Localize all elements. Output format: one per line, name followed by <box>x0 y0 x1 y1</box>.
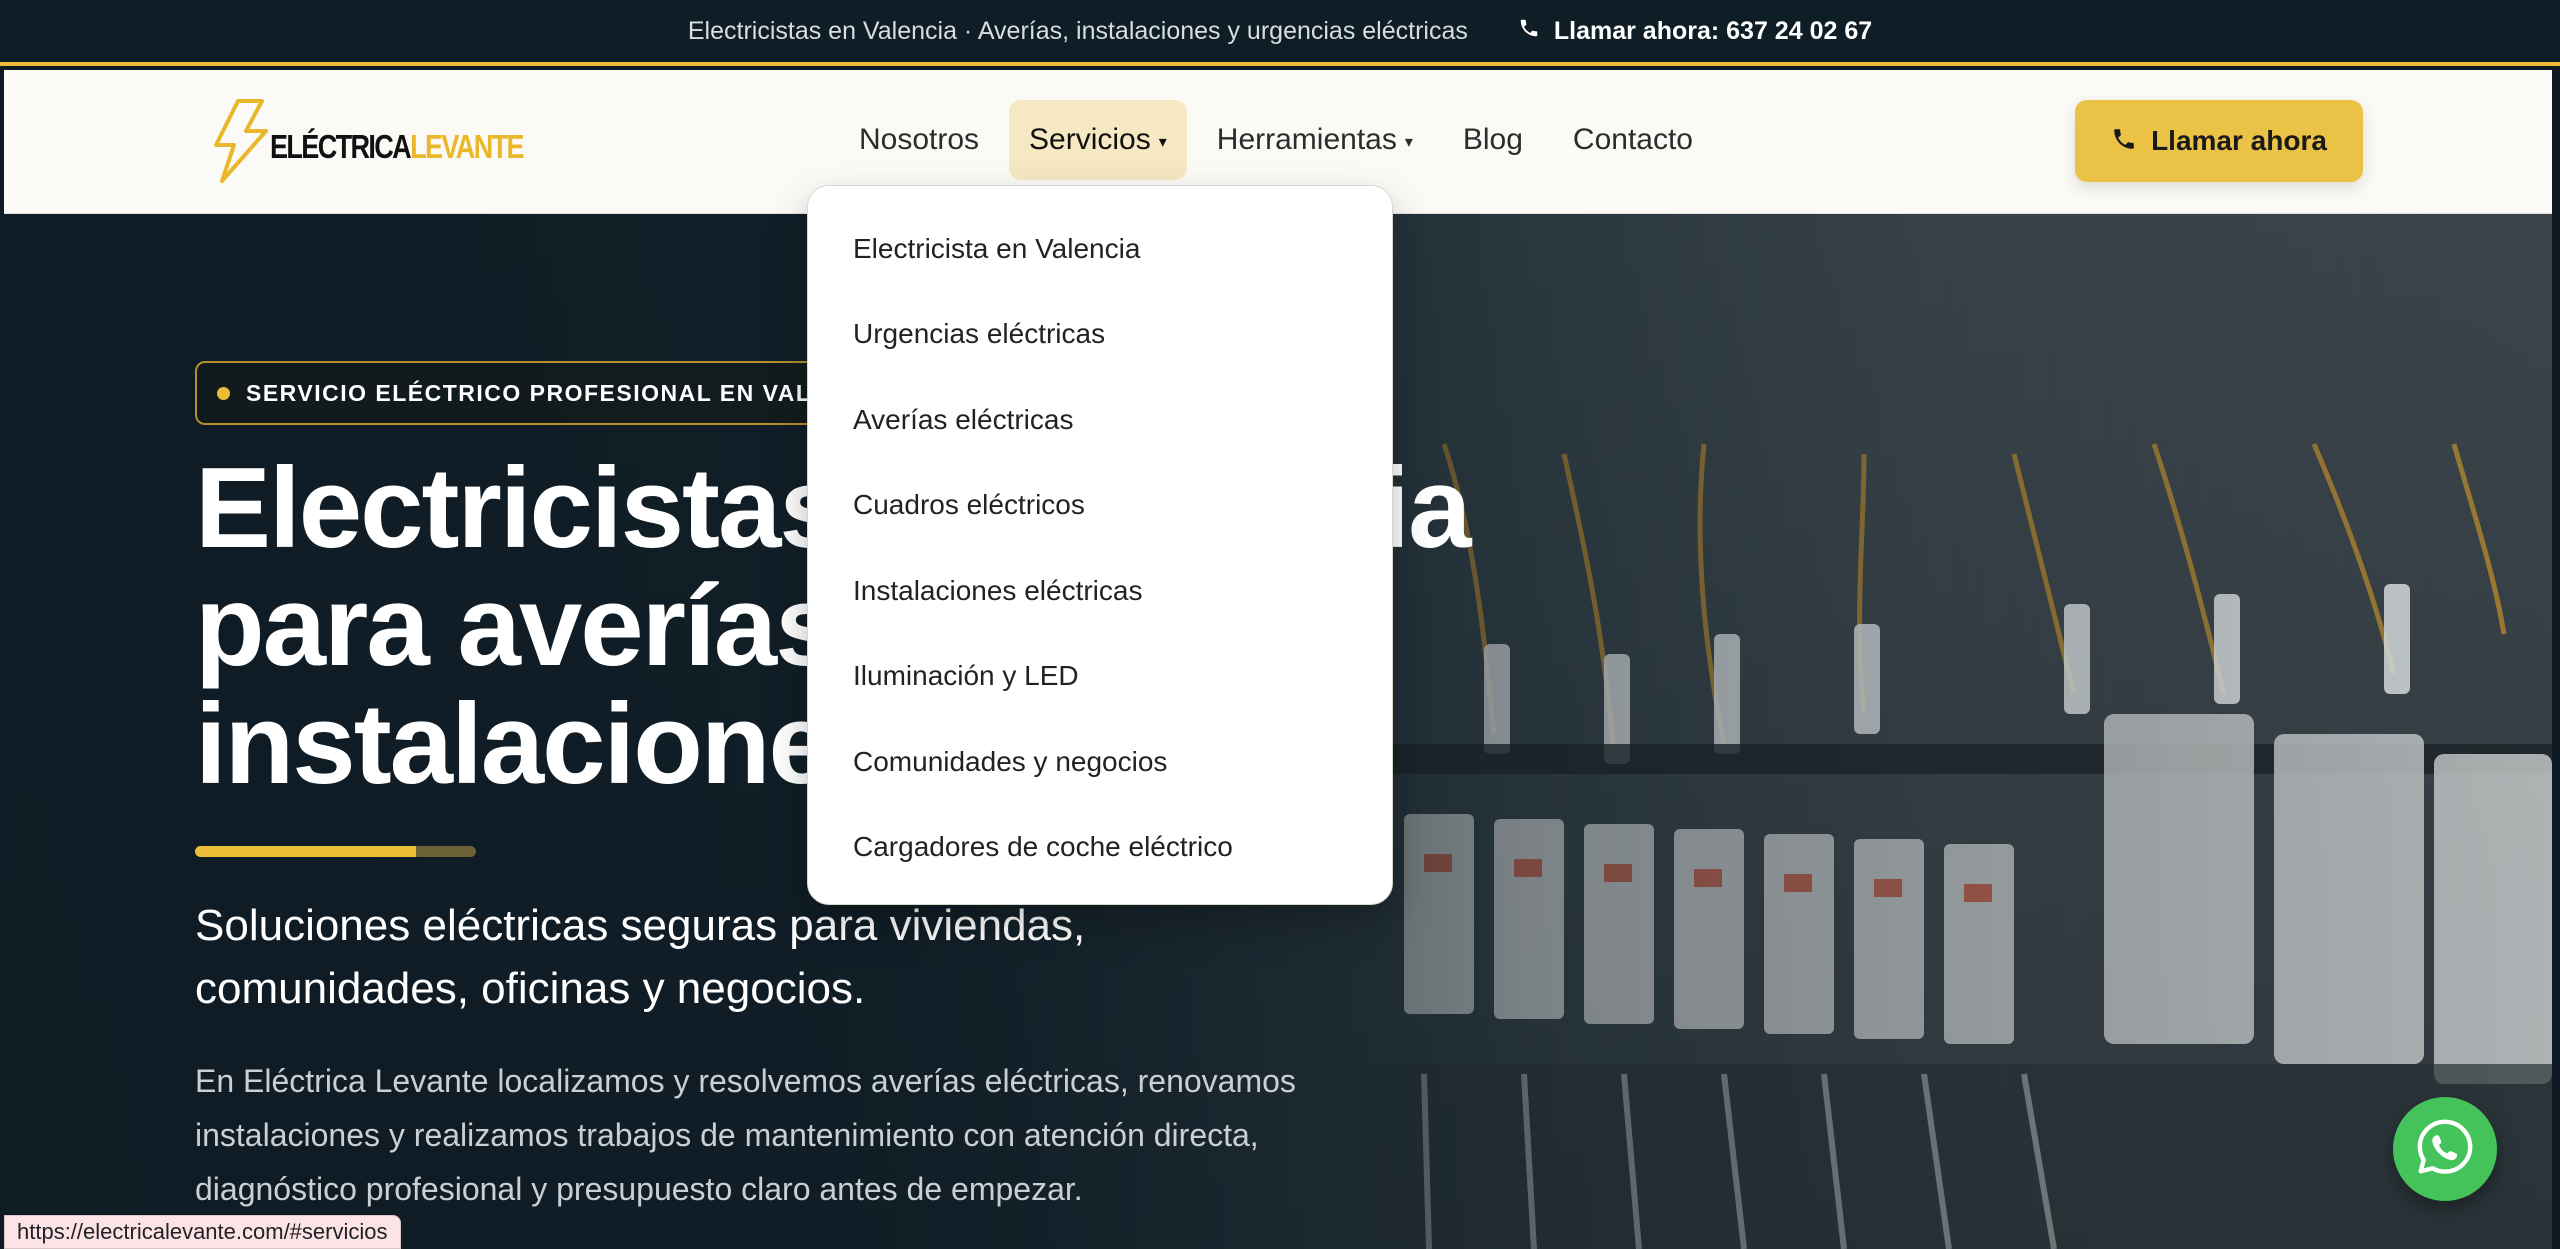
accent-bar <box>195 846 416 857</box>
menu-item-electricista-valencia[interactable]: Electricista en Valencia <box>808 206 1392 292</box>
topbar-call-link[interactable]: Llamar ahora: 637 24 02 67 <box>1518 17 1872 46</box>
accent-bar-tail <box>416 846 476 857</box>
lightning-bolt-icon <box>208 99 274 187</box>
topbar-tagline: Electricistas en Valencia · Averías, ins… <box>687 16 1468 45</box>
nav-item-herramientas[interactable]: Herramientas ▾ <box>1197 100 1433 180</box>
nav-label: Herramientas <box>1216 123 1397 156</box>
menu-item-averias[interactable]: Averías eléctricas <box>808 377 1392 463</box>
menu-item-urgencias[interactable]: Urgencias eléctricas <box>808 292 1392 378</box>
hero-body-line-2: instalaciones y realizamos trabajos de m… <box>195 1117 1259 1153</box>
hero-description: En Eléctrica Levante localizamos y resol… <box>195 1054 1345 1216</box>
logo-part-2: LEVANTE <box>410 128 524 165</box>
menu-item-instalaciones[interactable]: Instalaciones eléctricas <box>808 548 1392 634</box>
nav-label: Blog <box>1462 123 1523 156</box>
top-info-bar: Electricistas en Valencia · Averías, ins… <box>0 0 2560 66</box>
menu-item-iluminacion[interactable]: Iluminación y LED <box>808 634 1392 720</box>
badge-dot <box>217 386 230 400</box>
site-logo[interactable]: ELÉCTRICALEVANTE <box>208 98 578 188</box>
nav-label: Nosotros <box>859 123 980 156</box>
topbar-call-label: Llamar ahora: 637 24 02 67 <box>1553 16 1873 45</box>
servicios-dropdown-menu: Electricista en Valencia Urgencias eléct… <box>807 185 1393 905</box>
main-nav: Nosotros Servicios ▾ Herramientas ▾ Blog… <box>839 100 1713 180</box>
nav-item-nosotros[interactable]: Nosotros <box>839 100 999 180</box>
nav-item-contacto[interactable]: Contacto <box>1553 100 1713 180</box>
menu-item-cuadros[interactable]: Cuadros eléctricos <box>808 463 1392 549</box>
whatsapp-button[interactable] <box>2393 1097 2497 1201</box>
phone-icon <box>1518 17 1540 46</box>
nav-label: Contacto <box>1572 123 1693 156</box>
status-bar-url: https://electricalevante.com/#servicios <box>4 1215 401 1249</box>
hero-body-line-1: En Eléctrica Levante localizamos y resol… <box>195 1063 1296 1099</box>
hero-subtitle-line-2: comunidades, oficinas y negocios. <box>195 964 866 1013</box>
whatsapp-icon <box>2414 1116 2476 1182</box>
hero-title-line-3: instalaciones <box>195 681 893 808</box>
call-now-button[interactable]: Llamar ahora <box>2075 100 2363 182</box>
nav-item-servicios[interactable]: Servicios ▾ <box>1009 100 1187 180</box>
nav-label: Servicios <box>1029 123 1151 156</box>
nav-item-blog[interactable]: Blog <box>1443 100 1543 180</box>
hero-body-line-3: diagnóstico profesional y presupuesto cl… <box>195 1171 1083 1207</box>
call-now-label: Llamar ahora <box>2151 125 2327 156</box>
chevron-down-icon: ▾ <box>1404 134 1413 151</box>
menu-item-cargadores[interactable]: Cargadores de coche eléctrico <box>808 805 1392 891</box>
logo-part-1: ELÉCTRICA <box>270 128 412 165</box>
badge-text: SERVICIO ELÉCTRICO PROFESIONAL EN VALENC… <box>246 379 891 406</box>
menu-item-comunidades[interactable]: Comunidades y negocios <box>808 719 1392 805</box>
chevron-down-icon: ▾ <box>1158 134 1167 151</box>
logo-wordmark: ELÉCTRICALEVANTE <box>270 128 525 166</box>
phone-icon <box>2111 126 2137 156</box>
hero-subtitle-line-1: Soluciones eléctricas seguras para vivie… <box>195 901 1086 950</box>
hero-subtitle: Soluciones eléctricas seguras para vivie… <box>195 894 1295 1020</box>
